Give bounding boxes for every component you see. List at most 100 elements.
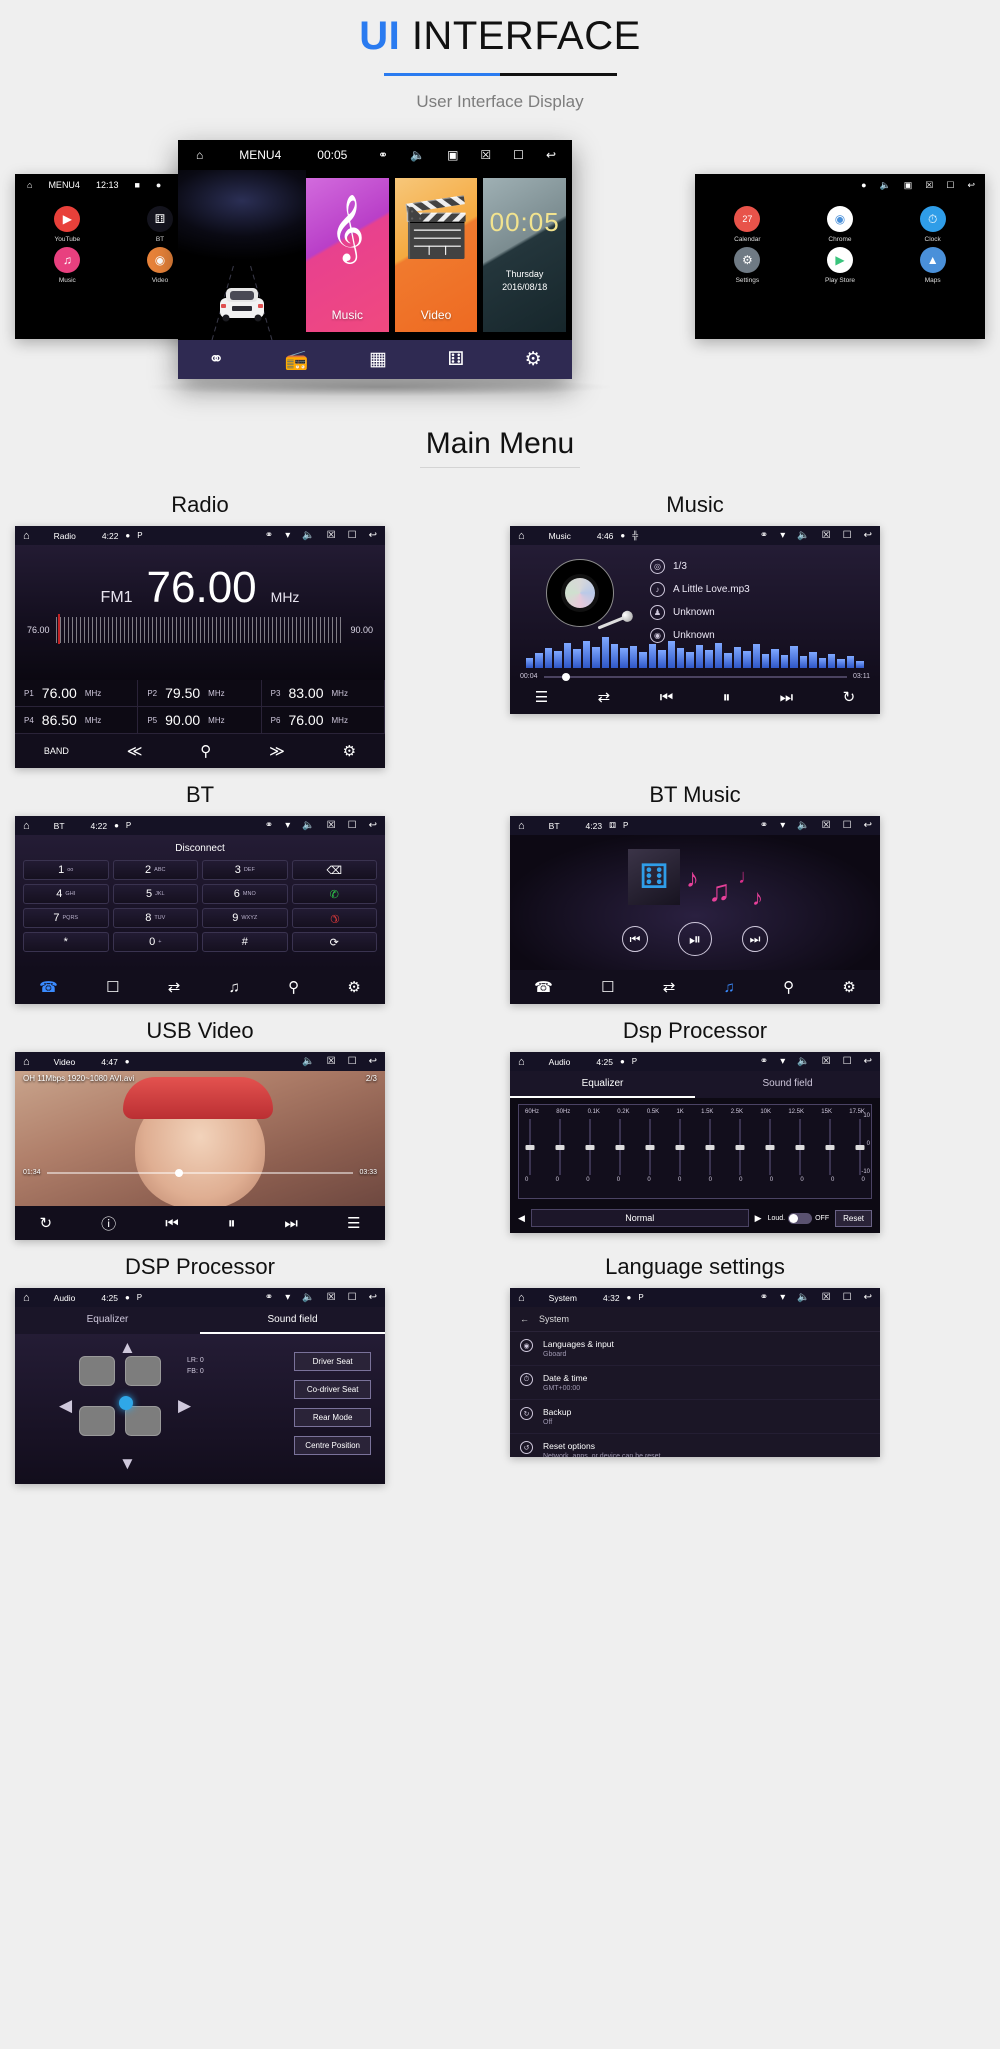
volume-icon[interactable]: 🔈	[410, 149, 425, 161]
eq-slider-0.5K[interactable]	[645, 1119, 655, 1175]
search-icon[interactable]: ⚲	[288, 978, 299, 996]
next-button[interactable]: ≫	[269, 742, 285, 760]
settings-icon[interactable]: ⚙	[347, 978, 360, 996]
next-button[interactable]: ⏭	[742, 926, 768, 952]
video-seek-row[interactable]: 01:34 03:33	[23, 1168, 377, 1177]
recents-icon[interactable]: ☐	[843, 1292, 852, 1303]
recents-icon[interactable]: ☐	[843, 820, 852, 831]
back-icon[interactable]: ↩	[967, 180, 975, 190]
dial-scale[interactable]	[55, 613, 345, 644]
dialpad-key-15[interactable]: ⟳	[291, 932, 377, 952]
recents-icon[interactable]: ☐	[513, 149, 524, 161]
dsp-eq-screen[interactable]: ⌂ Audio 4:25 ● P ⚭ ▾ 🔈 ☒ ☐ ↩ Equalizer S…	[510, 1052, 880, 1233]
volume-icon[interactable]: 🔈	[302, 1292, 314, 1303]
setting-languages-input[interactable]: ◉ Languages & input Gboard	[510, 1332, 880, 1366]
slider-handle[interactable]	[675, 1144, 685, 1150]
bt-music-screen[interactable]: ⌂ BT 4:23 ⚅ P ⚭ ▾ 🔈 ☒ ☐ ↩ ⚅ ♪ ♫ ♩ ♪ ⏮ ⏯ …	[510, 816, 880, 1004]
volume-icon[interactable]: 🔈	[797, 1292, 809, 1303]
dialpad-key-14[interactable]: #	[202, 932, 288, 952]
eq-slider-10K[interactable]	[765, 1119, 775, 1175]
settings-icon[interactable]: ⚙	[842, 978, 855, 996]
next-button[interactable]: ⏭	[780, 689, 794, 706]
reset-button[interactable]: Reset	[835, 1209, 872, 1227]
home-icon[interactable]: ⌂	[518, 530, 525, 542]
play-pause-button[interactable]: ⏯	[678, 922, 712, 956]
slider-handle[interactable]	[615, 1144, 625, 1150]
close-icon[interactable]: ☒	[822, 530, 831, 541]
rear-mode-button[interactable]: Rear Mode	[294, 1408, 371, 1427]
toggle-pill[interactable]	[788, 1212, 813, 1224]
app-play-store[interactable]: ▶ Play Store	[794, 247, 887, 284]
call-icon[interactable]: ☎	[39, 978, 58, 996]
previous-button[interactable]: ⏮	[165, 1215, 179, 1232]
close-icon[interactable]: ☒	[822, 1056, 831, 1067]
close-icon[interactable]: ☒	[480, 149, 491, 161]
setting-backup[interactable]: ↻ Backup Off	[510, 1400, 880, 1434]
eq-slider-0.2K[interactable]	[615, 1119, 625, 1175]
volume-icon[interactable]: 🔈	[797, 1056, 809, 1067]
dialpad-key-12[interactable]: *	[23, 932, 109, 952]
playlist-button[interactable]: ☰	[347, 1214, 360, 1232]
eq-slider-1.5K[interactable]	[705, 1119, 715, 1175]
back-icon[interactable]: ↩	[369, 820, 377, 831]
eq-preset-value[interactable]: Normal	[530, 1209, 749, 1227]
preset-p2[interactable]: P2 79.50 MHz	[138, 680, 262, 707]
app-settings[interactable]: ⚙ Settings	[701, 247, 794, 284]
bt-screen[interactable]: ⌂ BT 4:22 ● P ⚭ ▾ 🔈 ☒ ☐ ↩ Disconnect 1 oo…	[15, 816, 385, 1004]
dialpad-key-8[interactable]: 7 PQRS	[23, 908, 109, 928]
home-icon[interactable]: ⌂	[518, 820, 525, 832]
arrow-left-icon[interactable]: ◀	[59, 1396, 72, 1416]
repeat-button[interactable]: ↻	[843, 688, 856, 706]
next-button[interactable]: ⏭	[284, 1215, 298, 1232]
slider-handle[interactable]	[825, 1144, 835, 1150]
home-icon[interactable]: ⌂	[23, 820, 30, 832]
app-music[interactable]: ♫ Music	[21, 247, 114, 284]
arrow-down-icon[interactable]: ▼	[119, 1454, 136, 1474]
device-screen-center[interactable]: ⌂ MENU4 00:05 ⚭ 🔈 ▣ ☒ ☐ ↩ 𝄞 Music 🎬 Vide…	[178, 140, 572, 379]
eq-slider-2.5K[interactable]	[735, 1119, 745, 1175]
focus-point[interactable]	[119, 1396, 133, 1410]
tab-sound-field[interactable]: Sound field	[200, 1307, 385, 1334]
eq-next-preset[interactable]: ▶	[755, 1213, 762, 1224]
transfer-icon[interactable]: ⇄	[663, 978, 676, 996]
seat-rear-left[interactable]	[79, 1406, 115, 1436]
app-clock[interactable]: ⏱ Clock	[886, 206, 979, 243]
eq-slider-12.5K[interactable]	[795, 1119, 805, 1175]
slider-handle[interactable]	[765, 1144, 775, 1150]
app-youtube[interactable]: ▶ YouTube	[21, 206, 114, 243]
home-icon[interactable]: ⌂	[27, 180, 32, 190]
back-icon[interactable]: ↩	[864, 1292, 872, 1303]
settings-button[interactable]: ⚙	[343, 742, 356, 760]
preset-p5[interactable]: P5 90.00 MHz	[138, 707, 262, 734]
dialpad-key-10[interactable]: 9 WXYZ	[202, 908, 288, 928]
seek-bar[interactable]	[543, 672, 847, 681]
arrow-right-icon[interactable]: ▶	[178, 1396, 191, 1416]
bt-music-icon[interactable]: ♫	[724, 979, 735, 996]
app-maps[interactable]: ▲ Maps	[886, 247, 979, 284]
dialpad-key-13[interactable]: 0 +	[112, 932, 198, 952]
eq-slider-1K[interactable]	[675, 1119, 685, 1175]
dialpad-key-0[interactable]: 1 oo	[23, 860, 109, 880]
setting-date-time[interactable]: ⏱ Date & time GMT+00:00	[510, 1366, 880, 1400]
centre-position-button[interactable]: Centre Position	[294, 1436, 371, 1455]
tab-equalizer[interactable]: Equalizer	[510, 1071, 695, 1098]
dialpad-key-1[interactable]: 2 ABC	[112, 860, 198, 880]
dialpad-key-7[interactable]: ✆	[291, 884, 377, 904]
navigation-icon[interactable]: ⚭	[208, 348, 224, 371]
close-icon[interactable]: ☒	[822, 1292, 831, 1303]
radio-screen[interactable]: ⌂ Radio 4:22 ● P ⚭ ▾ 🔈 ☒ ☐ ↩ FM1 76.00 M…	[15, 526, 385, 768]
dialpad-key-3[interactable]: ⌫	[291, 860, 377, 880]
slider-handle[interactable]	[705, 1144, 715, 1150]
co-driver-seat-button[interactable]: Co-driver Seat	[294, 1380, 371, 1399]
eq-slider-0.1K[interactable]	[585, 1119, 595, 1175]
camera-icon[interactable]: ▣	[904, 180, 913, 190]
settings-breadcrumb[interactable]: ← System	[510, 1307, 880, 1332]
recents-icon[interactable]: ☐	[348, 1292, 357, 1303]
close-icon[interactable]: ☒	[327, 820, 336, 831]
back-icon[interactable]: ↩	[546, 149, 556, 161]
back-icon[interactable]: ↩	[369, 530, 377, 541]
preset-p3[interactable]: P3 83.00 MHz	[261, 680, 385, 707]
language-screen[interactable]: ⌂ System 4:32 ● P ⚭ ▾ 🔈 ☒ ☐ ↩ ← System ◉…	[510, 1288, 880, 1457]
transfer-icon[interactable]: ⇄	[168, 978, 181, 996]
video-seek-bar[interactable]	[46, 1168, 354, 1177]
